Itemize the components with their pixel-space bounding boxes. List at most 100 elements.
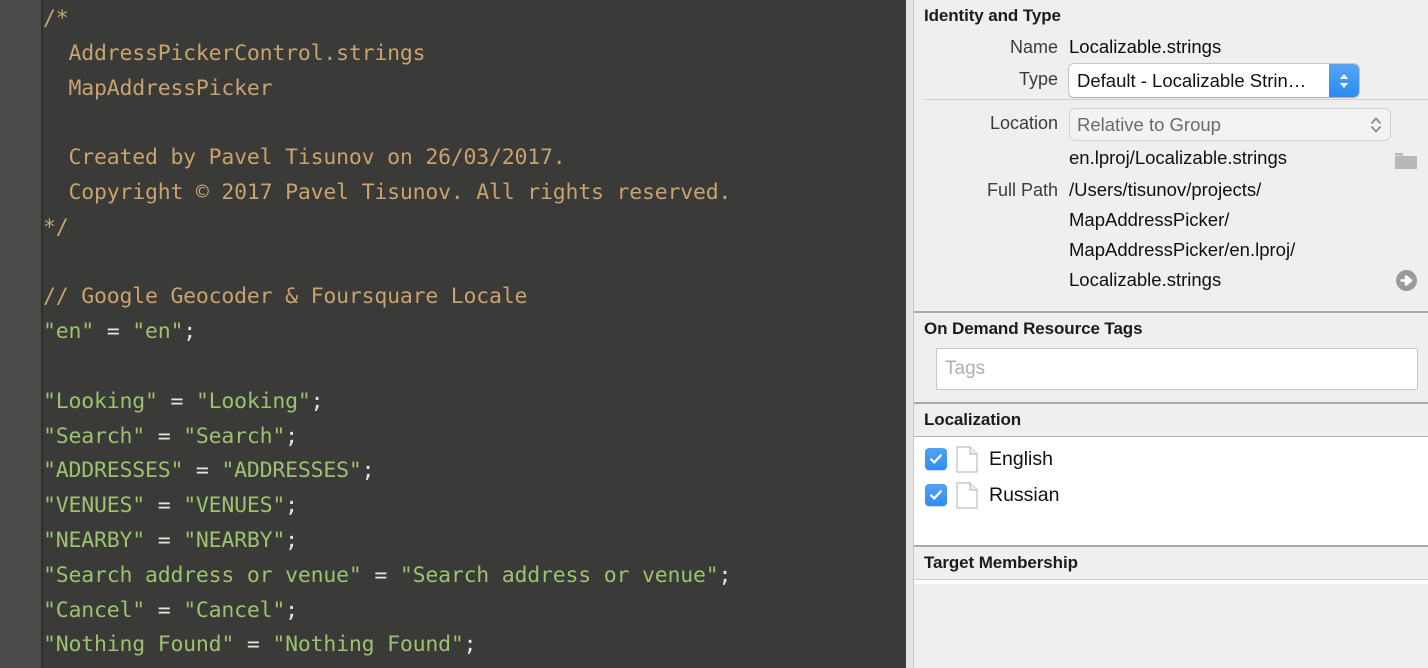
location-label: Location — [989, 113, 1058, 133]
list-item[interactable]: Russian — [914, 477, 1428, 513]
code-token: "VENUES" — [43, 493, 145, 519]
full-path-line: Localizable.strings — [1069, 269, 1222, 290]
code-token: "Looking" — [43, 388, 158, 414]
section-identity-and-type: Identity and Type Name Localizable.strin… — [914, 0, 1428, 311]
checkbox-icon[interactable] — [925, 484, 947, 506]
code-token: // Google Geocoder & Foursquare Locale — [43, 284, 528, 310]
code-token: AddressPickerControl.strings — [43, 40, 426, 66]
code-line: // Google Geocoder & Foursquare Locale — [43, 280, 906, 315]
type-stepper-icon[interactable] — [1329, 64, 1359, 97]
tags-input[interactable]: Tags — [936, 348, 1418, 390]
code-token: "ADDRESSES" — [221, 458, 362, 484]
code-token: "en" — [132, 319, 184, 345]
code-line: "NEARBY" = "NEARBY"; — [43, 524, 906, 559]
code-token: "Search address or venue" — [43, 562, 362, 588]
code-token: MapAddressPicker — [43, 75, 273, 101]
section-localization: Localization English Russian — [914, 404, 1428, 547]
row-type: Type Default - Localizable Strin… — [914, 64, 1428, 97]
code-token: ; — [718, 562, 732, 588]
target-membership-section-title: Target Membership — [924, 553, 1078, 572]
code-line: "Cancel" = "Cancel"; — [43, 594, 906, 629]
code-token: ; — [285, 423, 298, 449]
code-token: "Search" — [183, 423, 286, 449]
row-location: Location Relative to Group — [914, 108, 1428, 141]
document-icon — [956, 481, 978, 509]
code-token: = — [93, 319, 133, 345]
code-token: = — [144, 527, 184, 553]
code-token: "Cancel" — [43, 597, 145, 623]
file-inspector-panel: Identity and Type Name Localizable.strin… — [906, 0, 1428, 668]
code-token: "Nothing Found" — [272, 632, 464, 658]
type-popup-value: Default - Localizable Strin… — [1077, 70, 1307, 91]
target-membership-list[interactable] — [914, 579, 1428, 584]
code-token: */ — [43, 214, 69, 240]
folder-icon[interactable] — [1394, 149, 1418, 169]
identity-section-title: Identity and Type — [924, 6, 1061, 25]
type-popup-button[interactable]: Default - Localizable Strin… — [1069, 64, 1359, 97]
code-text[interactable]: /* AddressPickerControl.strings MapAddre… — [43, 0, 906, 668]
list-item-label: Russian — [989, 483, 1060, 506]
code-token: = — [361, 562, 400, 588]
identity-inner-divider — [924, 99, 1428, 100]
code-line: /* — [43, 2, 906, 37]
code-line: "ADDRESSES" = "ADDRESSES"; — [43, 454, 906, 489]
code-token: Copyright © 2017 Pavel Tisunov. All righ… — [43, 179, 732, 205]
code-token: = — [144, 597, 184, 623]
code-line: AddressPickerControl.strings — [43, 37, 906, 72]
code-line: "Nothing Found" = "Nothing Found"; — [43, 628, 906, 663]
full-path-line: MapAddressPicker/ — [1069, 209, 1230, 230]
location-stepper-icon[interactable] — [1361, 108, 1391, 141]
list-item-label: English — [989, 447, 1053, 470]
code-line: "Search" = "Search"; — [43, 420, 906, 455]
code-token: = — [157, 388, 196, 414]
code-token: "Cancel" — [183, 597, 286, 623]
code-line: Copyright © 2017 Pavel Tisunov. All righ… — [43, 176, 906, 211]
reveal-in-finder-icon[interactable] — [1395, 269, 1418, 292]
relative-path-value: en.lproj/Localizable.strings — [1069, 147, 1288, 168]
location-popup-button[interactable]: Relative to Group — [1069, 108, 1391, 141]
code-line: "VENUES" = "VENUES"; — [43, 489, 906, 524]
code-token: "en" — [43, 319, 94, 345]
tags-placeholder: Tags — [945, 358, 986, 379]
code-line: */ — [43, 211, 906, 246]
code-token: ; — [310, 388, 324, 414]
source-editor[interactable]: /* AddressPickerControl.strings MapAddre… — [0, 0, 906, 668]
localization-section-title: Localization — [924, 410, 1022, 429]
code-token: = — [144, 423, 184, 449]
xcode-window: /* AddressPickerControl.strings MapAddre… — [0, 0, 1428, 668]
code-token: "Looking" — [195, 388, 311, 414]
row-full-path: Full Path /Users/tisunov/projects/MapAdd… — [914, 175, 1428, 295]
full-path-label: Full Path — [986, 180, 1058, 200]
code-line: "Looking" = "Looking"; — [43, 385, 906, 420]
code-token: ; — [183, 319, 196, 345]
code-token: ; — [285, 493, 298, 519]
document-icon — [956, 445, 978, 473]
code-token: ; — [361, 458, 375, 484]
name-value: Localizable.strings — [1069, 36, 1222, 57]
inspector-scrollbar[interactable] — [906, 0, 914, 668]
code-line: MapAddressPicker — [43, 72, 906, 107]
editor-gutter — [0, 0, 41, 668]
type-label: Type — [1018, 69, 1058, 89]
list-item[interactable]: English — [914, 441, 1428, 477]
code-token: "VENUES" — [183, 493, 286, 519]
location-popup-value: Relative to Group — [1077, 114, 1221, 135]
code-token: Created by Pavel Tisunov on 26/03/2017. — [43, 145, 566, 171]
full-path-line: /Users/tisunov/projects/ — [1069, 179, 1262, 200]
code-token: ; — [285, 597, 298, 623]
code-token: = — [183, 458, 222, 484]
row-name: Name Localizable.strings — [914, 32, 1428, 62]
code-token: "ADDRESSES" — [43, 458, 184, 484]
code-token: "Nothing Found" — [43, 632, 235, 658]
localization-list: English Russian — [914, 436, 1428, 547]
section-on-demand-resource-tags: On Demand Resource Tags Tags — [914, 313, 1428, 390]
code-token: = — [144, 493, 184, 519]
code-line: Created by Pavel Tisunov on 26/03/2017. — [43, 141, 906, 176]
code-token: ; — [463, 632, 477, 658]
code-token: "Search" — [43, 423, 145, 449]
code-line: "Search address or venue" = "Search addr… — [43, 559, 906, 594]
checkbox-icon[interactable] — [925, 448, 947, 470]
full-path-line: MapAddressPicker/en.lproj/ — [1069, 239, 1296, 260]
